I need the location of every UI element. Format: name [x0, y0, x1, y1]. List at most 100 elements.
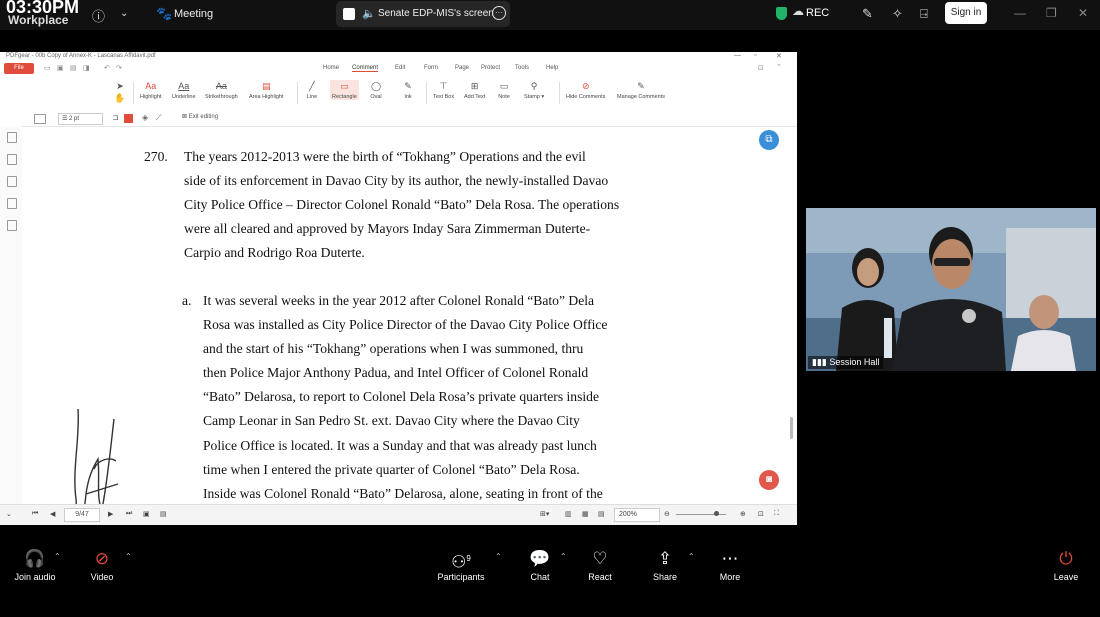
menu-protect[interactable]: Protect — [481, 65, 500, 71]
zoom-out-icon[interactable]: ⊖ — [664, 510, 670, 518]
new-icon[interactable]: ▭ — [44, 64, 51, 72]
chat-button[interactable]: 💬 Chat — [526, 548, 554, 582]
note-tool[interactable]: ▭ Note — [498, 80, 510, 100]
maximize-icon[interactable]: ❐ — [1046, 6, 1057, 20]
strikethrough-tool[interactable]: Aa Strikethrough — [205, 80, 238, 100]
pages-icon[interactable] — [7, 154, 17, 165]
leave-button[interactable]: ⏻ Leave — [1050, 548, 1082, 582]
rec-label[interactable]: REC — [806, 7, 829, 19]
note-label: Note — [498, 94, 510, 100]
scrollbar-thumb[interactable] — [790, 417, 793, 439]
page-number-input[interactable]: 9/47 — [64, 508, 100, 522]
prev-page-icon[interactable]: ◀ — [50, 510, 55, 518]
collapse-ribbon-icon[interactable]: ⌃ — [776, 63, 782, 71]
menu-home[interactable]: Home — [323, 65, 339, 71]
single-page-icon[interactable]: ▥ — [565, 510, 572, 518]
assistant-fab-icon[interactable]: ◙ — [759, 470, 779, 490]
file-menu-button[interactable]: File — [4, 63, 34, 74]
save-icon[interactable]: ▣ — [57, 64, 64, 72]
ink-tool[interactable]: ✎ Ink — [402, 80, 414, 100]
participants-label: Participants — [437, 572, 485, 582]
pdf-minimize-icon[interactable]: — — [734, 52, 741, 59]
view-mode-icon[interactable]: ⊞▾ — [540, 510, 549, 518]
signin-button[interactable]: Sign in — [945, 2, 987, 24]
stroke-width-select[interactable]: ☰ 2 pt — [58, 113, 103, 125]
participants-options-chevron-icon[interactable]: ⌃ — [495, 552, 502, 561]
minimize-icon[interactable]: — — [1014, 6, 1026, 20]
share-options-chevron-icon[interactable]: ⌃ — [688, 552, 695, 561]
react-button[interactable]: ♡ React — [586, 548, 614, 582]
text-box-tool[interactable]: ⊤ Text Box — [433, 80, 454, 100]
bookmark-icon[interactable] — [7, 132, 17, 143]
menu-form[interactable]: Form — [424, 65, 438, 71]
menu-page[interactable]: Page — [455, 65, 469, 71]
manage-comments-tool[interactable]: ✎ Manage Comments — [617, 80, 665, 100]
translate-fab-icon[interactable]: ⧉ — [759, 130, 779, 150]
chat-options-chevron-icon[interactable]: ⌃ — [560, 552, 567, 561]
info-icon[interactable]: ⓘ — [92, 6, 105, 25]
screen-share-indicator[interactable]: 🔈 Senate EDP-MIS's screen ··· — [336, 1, 510, 27]
menu-tools[interactable]: Tools — [515, 65, 529, 71]
zoom-slider-handle[interactable] — [714, 511, 719, 516]
strikethrough-label: Strikethrough — [205, 94, 238, 100]
zoom-level-field[interactable]: 200% — [614, 508, 660, 522]
more-button[interactable]: ⋯ More — [716, 548, 744, 582]
rectangle-tool[interactable]: ▭ Rectangle — [330, 80, 359, 100]
scroll-mode-icon[interactable]: ▤ — [598, 510, 605, 518]
pdf-close-icon[interactable]: ✕ — [776, 52, 782, 60]
participant-video-tile[interactable]: ▮▮▮ Session Hall — [806, 208, 1096, 371]
oval-tool[interactable]: ◯ Oval — [370, 80, 382, 100]
shield-icon[interactable] — [776, 7, 787, 20]
fit-page-icon[interactable]: ▣ — [143, 510, 150, 518]
undo-icon[interactable]: ↶ — [104, 64, 110, 72]
highlight-tool[interactable]: Aa Highlight — [140, 80, 161, 100]
menu-edit[interactable]: Edit — [395, 65, 405, 71]
menu-comment[interactable]: Comment — [352, 65, 379, 72]
join-audio-button[interactable]: 🎧 Join audio — [14, 548, 56, 582]
underline-tool[interactable]: Aa Underline — [172, 80, 196, 100]
chevron-down-icon[interactable]: ⌄ — [120, 8, 128, 19]
meeting-label[interactable]: Meeting — [174, 8, 213, 20]
last-page-icon[interactable]: ⏭ — [126, 510, 132, 518]
stroke-color-swatch[interactable] — [124, 114, 133, 123]
close-icon[interactable]: ✕ — [1078, 6, 1088, 20]
more-icon[interactable]: ··· — [492, 6, 506, 20]
zoom-in-icon[interactable]: ⊕ — [740, 510, 746, 518]
participants-button[interactable]: ⚇9 Participants — [434, 548, 488, 582]
read-mode-icon[interactable]: ⊡ — [758, 510, 764, 518]
select-tool[interactable]: ➤ ✋ — [114, 80, 126, 104]
video-options-chevron-icon[interactable]: ⌃ — [125, 552, 132, 561]
door-icon[interactable]: ⍈ — [920, 6, 928, 22]
fill-swatch[interactable] — [34, 114, 46, 124]
add-text-tool[interactable]: ⊞ Add Text — [464, 80, 485, 100]
print-icon[interactable]: ▤ — [70, 64, 77, 72]
opacity-icon[interactable]: ◈ — [142, 113, 148, 122]
menu-help[interactable]: Help — [546, 65, 558, 71]
manage-comments-icon: ✎ — [637, 81, 645, 91]
stamp-tool[interactable]: ⚲ Stamp ▾ — [524, 80, 544, 100]
attachment-icon[interactable] — [7, 220, 17, 231]
share-button[interactable]: ⇪ Share — [650, 548, 680, 582]
sparkle-icon[interactable]: ✧ — [892, 6, 903, 22]
eraser-icon[interactable]: ⟋ — [156, 113, 162, 123]
comments-panel-icon[interactable] — [7, 176, 17, 187]
rotate-icon[interactable]: ▤ — [160, 510, 167, 518]
area-highlight-tool[interactable]: ▤ Area Highlight — [249, 80, 284, 100]
fullscreen-icon[interactable]: ⛶ — [774, 510, 779, 518]
next-page-icon[interactable]: ▶ — [108, 510, 113, 518]
exit-editing-button[interactable]: ⊠ Exit editing — [182, 113, 218, 120]
video-button[interactable]: ⊘ Video — [88, 548, 116, 582]
ribbon-mode-icon[interactable]: ⊡ — [758, 64, 764, 72]
audio-options-chevron-icon[interactable]: ⌃ — [54, 552, 61, 561]
border-style-icon[interactable]: ⊐ — [112, 113, 119, 122]
pen-icon[interactable]: ✎ — [862, 6, 873, 22]
open-icon[interactable]: ◨ — [83, 64, 90, 72]
two-page-icon[interactable]: ▦ — [582, 510, 589, 518]
pdf-maximize-icon[interactable]: ▫ — [754, 52, 756, 59]
line-tool[interactable]: ╱ Line — [306, 80, 318, 100]
signature-panel-icon[interactable] — [7, 198, 17, 209]
redo-icon[interactable]: ↷ — [116, 64, 122, 72]
hide-comments-tool[interactable]: ⊘ Hide Comments — [566, 80, 605, 100]
stamp-label: Stamp ▾ — [524, 94, 545, 100]
first-page-icon[interactable]: ⏮ — [32, 510, 38, 518]
